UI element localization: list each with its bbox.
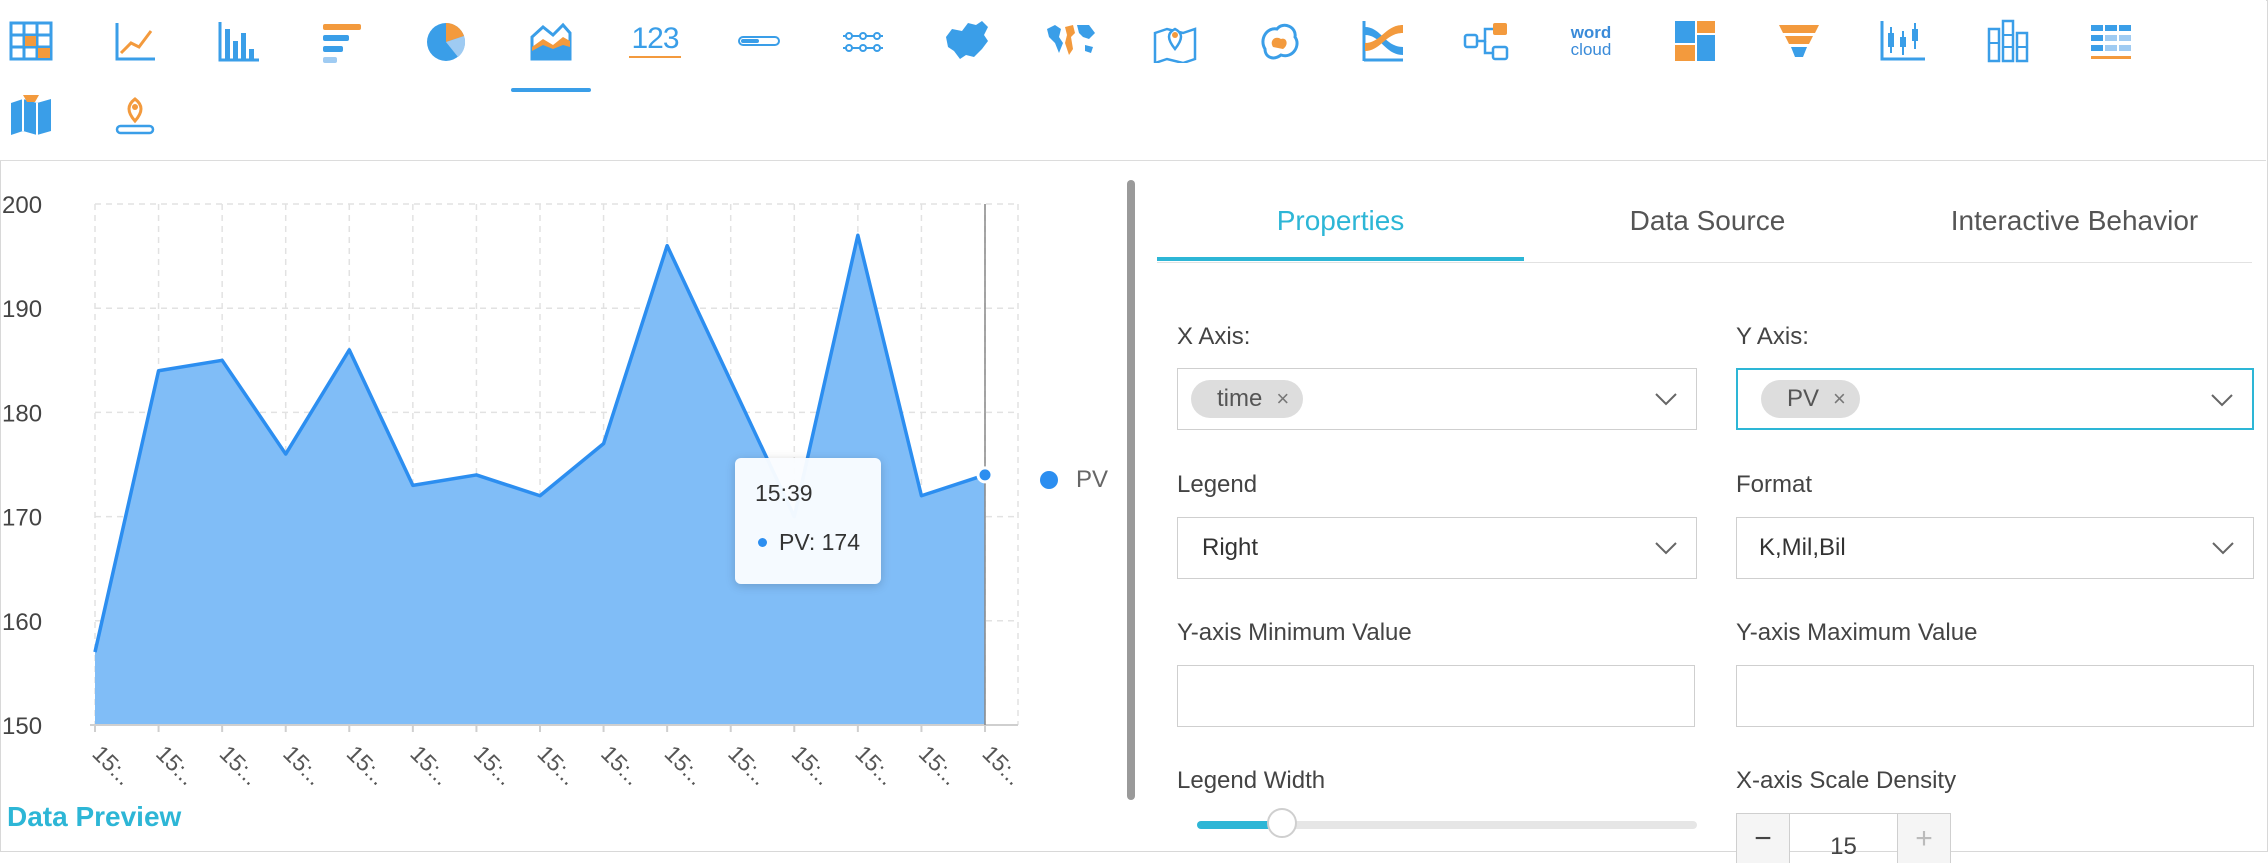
x-axis-label: X Axis: bbox=[1177, 323, 1251, 350]
x-axis-select[interactable]: time × bbox=[1177, 368, 1697, 430]
panel-tabs: Properties Data Source Interactive Behav… bbox=[1157, 161, 2252, 263]
x-density-label: X-axis Scale Density bbox=[1736, 767, 1957, 794]
tab-interactive-behavior[interactable]: Interactive Behavior bbox=[1891, 205, 2258, 237]
y-tick-label: 170 bbox=[2, 505, 42, 532]
timeline-icon[interactable] bbox=[823, 8, 903, 74]
data-preview-link[interactable]: Data Preview bbox=[7, 801, 181, 833]
y-min-input[interactable] bbox=[1177, 665, 1695, 727]
folded-map-icon[interactable] bbox=[0, 82, 71, 148]
x-density-value[interactable]: 15 bbox=[1789, 814, 1898, 863]
chart-preview-area: 150 160 170 180 190 200 15:.. 15:.. 15:.. 15:.. 15… bbox=[0, 161, 1120, 851]
legend-width-label: Legend Width bbox=[1177, 767, 1326, 794]
chevron-down-icon bbox=[2211, 394, 2233, 407]
y-axis-label: Y Axis: bbox=[1736, 323, 1809, 350]
x-tick-label: 15:.. bbox=[850, 740, 900, 790]
chevron-down-icon bbox=[1655, 542, 1677, 555]
format-value: K,Mil,Bil bbox=[1759, 534, 1846, 561]
legend-width-slider[interactable] bbox=[1197, 808, 1697, 838]
word-cloud-word: word bbox=[1570, 23, 1612, 42]
y-axis-chip: PV × bbox=[1761, 380, 1860, 418]
y-axis-chip-label: PV bbox=[1787, 385, 1820, 412]
progress-bar-icon[interactable] bbox=[719, 8, 799, 74]
chevron-down-icon bbox=[1655, 393, 1677, 406]
horizontal-bar-chart-icon[interactable] bbox=[303, 8, 383, 74]
chart-legend[interactable]: PV bbox=[1040, 466, 1108, 494]
region-heatmap-icon[interactable] bbox=[1239, 8, 1319, 74]
x-density-decrement-button[interactable]: − bbox=[1737, 814, 1789, 863]
legend-field-label: Legend bbox=[1177, 471, 1258, 498]
legend-position-select[interactable]: Right bbox=[1177, 517, 1697, 579]
legend-width-slider-handle[interactable] bbox=[1267, 808, 1297, 838]
funnel-icon[interactable] bbox=[1759, 8, 1839, 74]
sankey-icon[interactable] bbox=[1343, 8, 1423, 74]
x-axis-chip: time × bbox=[1191, 380, 1304, 418]
x-axis-chip-remove[interactable]: × bbox=[1276, 386, 1289, 412]
tooltip-row: PV: 174 bbox=[755, 529, 881, 556]
x-axis-chip-label: time bbox=[1217, 385, 1263, 412]
x-tick-label: 15:.. bbox=[342, 740, 392, 790]
candlestick-icon[interactable] bbox=[1863, 8, 1943, 74]
line-chart-icon[interactable] bbox=[95, 8, 175, 74]
x-tick-label: 15:.. bbox=[977, 740, 1027, 790]
chart-tooltip: 15:39 PV: 174 bbox=[735, 458, 881, 584]
y-max-input[interactable] bbox=[1736, 665, 2254, 727]
y-tick-label: 180 bbox=[2, 400, 42, 427]
x-tick-label: 15:.. bbox=[215, 740, 265, 790]
location-pin-icon[interactable] bbox=[95, 82, 175, 148]
number-card-icon[interactable]: 123 bbox=[615, 8, 695, 74]
bar-chart-icon[interactable] bbox=[199, 8, 279, 74]
treemap-icon[interactable] bbox=[1655, 8, 1735, 74]
location-map-icon[interactable] bbox=[1135, 8, 1215, 74]
tooltip-value: PV: 174 bbox=[779, 529, 860, 555]
format-field-label: Format bbox=[1736, 471, 1813, 498]
word-cloud-cloud: cloud bbox=[1570, 40, 1612, 59]
x-tick-label: 15:.. bbox=[596, 740, 646, 790]
cross-table-icon[interactable] bbox=[2071, 8, 2151, 74]
word-cloud-icon[interactable]: word cloud bbox=[1551, 8, 1631, 74]
stacked-bar-icon[interactable] bbox=[1967, 8, 2047, 74]
hover-point bbox=[976, 466, 994, 484]
tooltip-series-dot bbox=[758, 538, 767, 547]
x-tick-label: 15:.. bbox=[405, 740, 455, 790]
area-chart-icon[interactable] bbox=[511, 8, 591, 92]
x-density-increment-button[interactable]: + bbox=[1898, 814, 1950, 863]
pie-chart-icon[interactable] bbox=[407, 8, 487, 74]
y-tick-label: 150 bbox=[2, 713, 42, 740]
x-tick-label: 15:.. bbox=[151, 740, 201, 790]
legend-swatch-pv bbox=[1040, 471, 1058, 489]
y-min-label: Y-axis Minimum Value bbox=[1177, 619, 1412, 646]
properties-panel: Properties Data Source Interactive Behav… bbox=[1157, 161, 2267, 863]
area-chart: 150 160 170 180 190 200 15:.. 15:.. 15:.. 15:.. 15… bbox=[2, 192, 1028, 790]
legend-position-value: Right bbox=[1202, 534, 1259, 561]
x-tick-label: 15:.. bbox=[469, 740, 519, 790]
chevron-down-icon bbox=[2212, 542, 2234, 555]
tooltip-title: 15:39 bbox=[755, 480, 813, 506]
y-max-label: Y-axis Maximum Value bbox=[1736, 619, 1978, 646]
x-density-stepper[interactable]: − 15 + bbox=[1736, 813, 1951, 863]
y-tick-label: 190 bbox=[2, 296, 42, 323]
x-tick-label: 15:.. bbox=[660, 740, 710, 790]
y-tick-label: 160 bbox=[2, 609, 42, 636]
chart-type-toolbar: 123 word cloud bbox=[0, 0, 2266, 161]
y-tick-label: 200 bbox=[2, 192, 42, 219]
china-map-icon[interactable] bbox=[927, 8, 1007, 74]
x-tick-label: 15:.. bbox=[787, 740, 837, 790]
x-tick-label: 15:.. bbox=[914, 740, 964, 790]
table-chart-icon[interactable] bbox=[0, 8, 71, 74]
x-tick-label: 15:.. bbox=[532, 740, 582, 790]
legend-label-pv: PV bbox=[1076, 466, 1109, 493]
panel-splitter[interactable] bbox=[1127, 180, 1135, 800]
world-map-icon[interactable] bbox=[1031, 8, 1111, 74]
tree-graph-icon[interactable] bbox=[1447, 8, 1527, 74]
y-axis-chip-remove[interactable]: × bbox=[1833, 386, 1846, 412]
active-tab-indicator bbox=[1157, 257, 1524, 261]
x-tick-label: 15:.. bbox=[87, 740, 137, 790]
tab-data-source[interactable]: Data Source bbox=[1524, 205, 1891, 237]
x-tick-label: 15:.. bbox=[278, 740, 328, 790]
x-tick-label: 15:.. bbox=[723, 740, 773, 790]
tab-properties[interactable]: Properties bbox=[1157, 205, 1524, 237]
y-axis-select[interactable]: PV × bbox=[1736, 368, 2254, 430]
format-select[interactable]: K,Mil,Bil bbox=[1736, 517, 2254, 579]
